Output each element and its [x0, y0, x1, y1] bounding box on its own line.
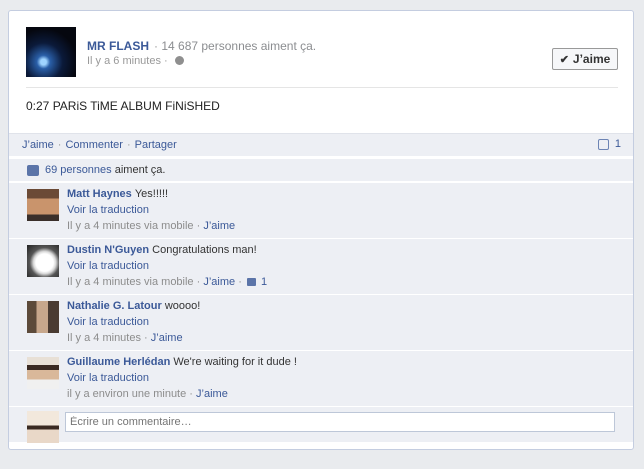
page-likes-count: · 14 687 personnes aiment ça. [154, 39, 316, 53]
comment-time: Il y a 4 minutes via mobile [67, 220, 194, 232]
comment-author[interactable]: Dustin N'Guyen Congratulations man! [67, 244, 257, 256]
comment-meta: Il y a 4 minutes · J’aime [67, 332, 183, 344]
comment-time: il y a environ une minute [67, 388, 187, 400]
separator-dot: · [164, 55, 168, 67]
globe-icon [174, 56, 184, 65]
divider [26, 87, 618, 88]
comment-input[interactable] [65, 412, 615, 432]
comment-text: woooo! [164, 300, 201, 312]
likes-rest-text: aiment ça. [111, 164, 166, 176]
comment-like-link[interactable]: J’aime [196, 388, 228, 400]
see-translation-link[interactable]: Voir la traduction [67, 260, 149, 272]
comment-meta: il y a environ une minute · J’aime [67, 388, 228, 400]
comment-meta: Il y a 4 minutes via mobile · J’aime · 1 [67, 276, 267, 288]
comment-author[interactable]: Matt Haynes Yes!!!!! [67, 188, 168, 200]
thumbs-up-icon [27, 164, 39, 176]
post-time-text: Il y a 6 minutes [87, 55, 161, 67]
like-page-button[interactable]: ✔ J’aime [552, 48, 618, 70]
separator-dot: · [126, 139, 131, 151]
avatar [27, 411, 59, 443]
comment-icon [597, 138, 609, 150]
separator-dot: · [57, 139, 62, 151]
avatar[interactable] [27, 357, 59, 389]
comment-item: Guillaume Herlédan We're waiting for it … [9, 350, 633, 406]
comment-like-link[interactable]: J’aime [203, 276, 235, 288]
comment-count[interactable]: 1 [597, 138, 621, 150]
like-action[interactable]: J’aime [22, 139, 54, 151]
comment-author[interactable]: Guillaume Herlédan We're waiting for it … [67, 356, 297, 368]
comment-item: Nathalie G. Latour woooo! Voir la traduc… [9, 294, 633, 350]
comment-author-name[interactable]: Dustin N'Guyen [67, 244, 149, 256]
comment-item: Dustin N'Guyen Congratulations man! Voir… [9, 238, 633, 294]
likes-people-link[interactable]: 69 personnes [45, 164, 112, 176]
post-actions-bar: J’aime · Commenter · Partager 1 [9, 133, 633, 156]
comment-like-link[interactable]: J’aime [203, 220, 235, 232]
separator-dot: · [144, 332, 151, 344]
comment-like-link[interactable]: J’aime [151, 332, 183, 344]
avatar[interactable] [27, 189, 59, 221]
comment-author[interactable]: Nathalie G. Latour woooo! [67, 300, 200, 312]
comment-meta: Il y a 4 minutes via mobile · J’aime [67, 220, 235, 232]
page-name[interactable]: MR FLASH [87, 39, 149, 53]
like-page-label: J’aime [572, 52, 611, 66]
likes-summary: 69 personnes aiment ça. [9, 159, 633, 182]
avatar[interactable] [27, 301, 59, 333]
see-translation-link[interactable]: Voir la traduction [67, 372, 149, 384]
separator-dot: · [238, 276, 245, 288]
comment-item: Matt Haynes Yes!!!!! Voir la traduction … [9, 182, 633, 238]
comment-composer [9, 406, 633, 443]
thumbs-up-icon [246, 278, 256, 286]
comment-action[interactable]: Commenter [65, 139, 122, 151]
comment-author-name[interactable]: Guillaume Herlédan [67, 356, 170, 368]
post-timestamp[interactable]: Il y a 6 minutes · [87, 55, 184, 67]
comment-text: Yes!!!!! [134, 188, 169, 200]
post-text: 0:27 PARiS TiME ALBUM FiNiSHED [26, 99, 220, 113]
comment-like-count[interactable]: 1 [261, 276, 267, 288]
comment-count-value: 1 [614, 138, 621, 150]
page-avatar[interactable] [26, 27, 76, 77]
comment-time: Il y a 4 minutes via mobile [67, 276, 194, 288]
comment-text: We're waiting for it dude ! [173, 356, 297, 368]
comment-text: Congratulations man! [152, 244, 257, 256]
post-card: MR FLASH · 14 687 personnes aiment ça. I… [8, 10, 634, 450]
see-translation-link[interactable]: Voir la traduction [67, 316, 149, 328]
see-translation-link[interactable]: Voir la traduction [67, 204, 149, 216]
comment-author-name[interactable]: Nathalie G. Latour [67, 300, 162, 312]
page-likes-text: 14 687 personnes aiment ça. [161, 39, 317, 53]
avatar[interactable] [27, 245, 59, 277]
comment-time: Il y a 4 minutes [67, 332, 141, 344]
comment-author-name[interactable]: Matt Haynes [67, 188, 132, 200]
checkmark-icon: ✔ [559, 53, 569, 66]
share-action[interactable]: Partager [135, 139, 177, 151]
